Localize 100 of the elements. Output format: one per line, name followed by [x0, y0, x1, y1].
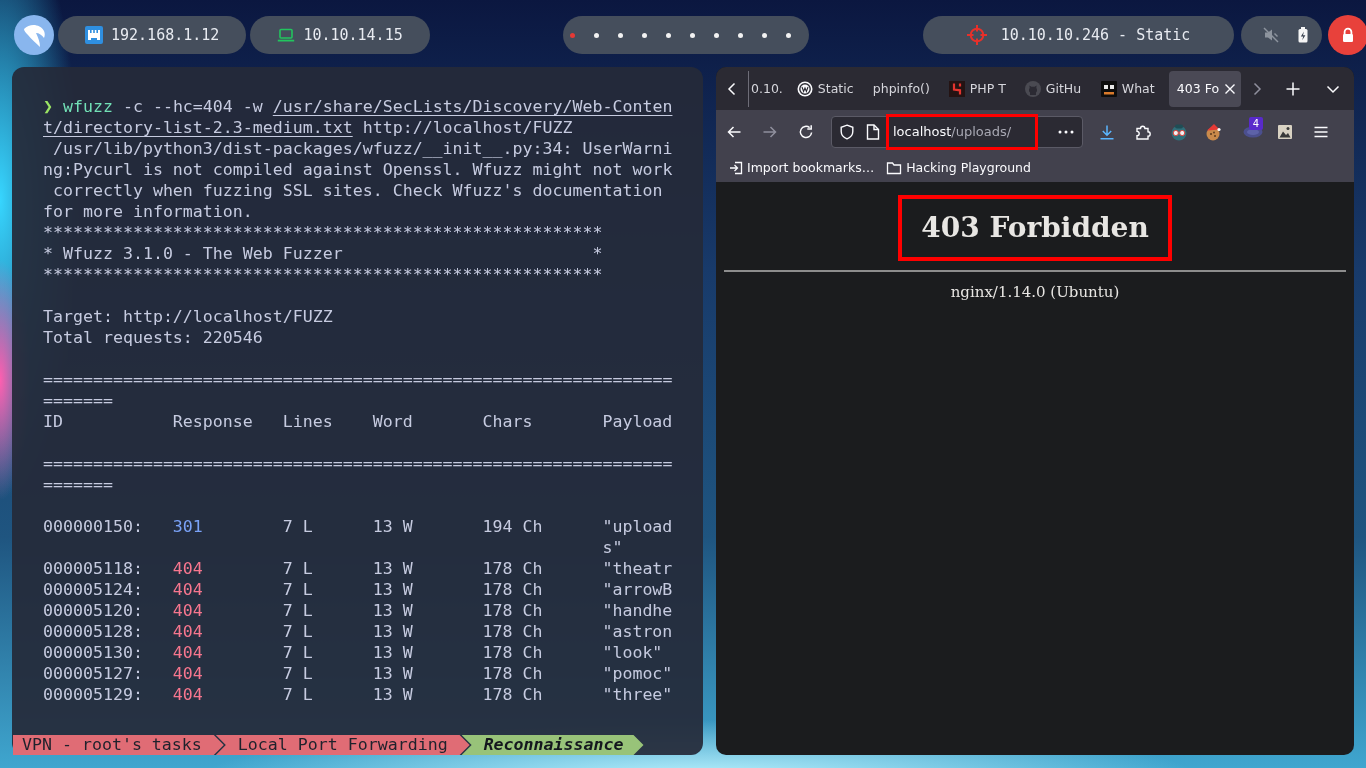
bird-logo-icon[interactable] — [14, 15, 54, 55]
payload-text: "astron — [602, 621, 674, 642]
word-count: 13 W — [372, 643, 413, 662]
char-count: 178 Ch — [482, 664, 543, 683]
result-id: 000000150: — [43, 517, 143, 536]
workspace-dot[interactable] — [785, 32, 791, 38]
payload-text: "three" — [602, 684, 674, 705]
ip-address-text: 192.168.1.12 — [111, 26, 220, 44]
command-line: ❯ wfuzz -c --hc=404 -w /usr/share/SecLists/Discovery/Web-Content/directory-list-2.3-medium.txt http://localhost/FUZZ — [43, 96, 674, 138]
payload-text: "handhe — [602, 600, 674, 621]
status-code: 404 — [172, 685, 203, 704]
url-text: localhost/uploads/ — [893, 124, 1012, 139]
breadcrumb-segment: VPN - root's tasks — [13, 735, 224, 755]
result-id: 000005118: — [43, 559, 143, 578]
word-count: 13 W — [372, 601, 413, 620]
breadcrumb-segment: Reconnaissance — [461, 735, 644, 755]
bracket-logo-icon — [948, 80, 965, 97]
workspace-dot[interactable] — [569, 32, 575, 38]
three-dots-icon[interactable] — [1058, 129, 1074, 134]
battery-charging-icon[interactable] — [1298, 27, 1309, 43]
address-field[interactable]: localhost/uploads/ — [831, 115, 1083, 148]
workspace-dot[interactable] — [641, 32, 647, 38]
browser-tab[interactable]: 0.10. — [748, 70, 785, 107]
circular-arrow-icon[interactable] — [798, 123, 814, 140]
browser-tab[interactable]: GitHu — [1016, 70, 1089, 107]
ip-address-text: 10.10.14.15 — [303, 26, 403, 44]
total-requests-line: Total requests: 220546 — [43, 327, 264, 348]
status-code: 404 — [172, 664, 203, 683]
target-line: Target: http://localhost/FUZZ — [43, 306, 334, 327]
workspace-dot[interactable] — [761, 32, 767, 38]
crosshair-icon — [966, 25, 987, 45]
status-code: 404 — [172, 601, 203, 620]
status-code: 404 — [172, 622, 203, 641]
line-count: 7 L — [282, 643, 313, 662]
browser-tab[interactable]: phpinfo() — [864, 70, 937, 107]
status-code: 404 — [172, 643, 203, 662]
char-count: 178 Ch — [482, 580, 543, 599]
laptop-icon — [277, 28, 296, 42]
line-count: 7 L — [282, 559, 313, 578]
workspace-dot[interactable] — [593, 32, 599, 38]
status-code: 404 — [172, 559, 203, 578]
payload-text: "theatr — [602, 558, 674, 579]
browser-tab[interactable]: Static — [788, 70, 861, 107]
word-count: 13 W — [372, 580, 413, 599]
status-code: 404 — [172, 580, 203, 599]
payload-text: "uploads" — [602, 516, 674, 558]
count-badge: 4 — [1249, 116, 1263, 130]
lock-button[interactable] — [1328, 15, 1366, 55]
page-icon[interactable] — [866, 123, 880, 140]
close-icon[interactable] — [1224, 82, 1237, 95]
target-text: 10.10.10.246 - Static — [1000, 26, 1191, 44]
char-count: 194 Ch — [482, 517, 543, 536]
goggles-character-icon[interactable] — [1170, 122, 1188, 141]
browser-tab[interactable]: 403 Fo — [1168, 70, 1241, 107]
cat-silhouette-icon — [1024, 80, 1041, 97]
line-count: 7 L — [282, 664, 313, 683]
workspace-dot[interactable] — [617, 32, 623, 38]
ethernet-port-icon — [85, 26, 103, 44]
puzzle-piece-icon[interactable] — [1135, 123, 1151, 140]
char-count: 178 Ch — [482, 601, 543, 620]
word-count: 13 W — [372, 622, 413, 641]
shield-icon[interactable] — [839, 123, 855, 140]
browser-tab[interactable]: PHP T — [940, 70, 1013, 107]
word-count: 13 W — [372, 664, 413, 683]
banner-line: * Wfuzz 3.1.0 - The Web Fuzzer * — [43, 243, 604, 264]
page-heading: 403 Forbidden — [921, 210, 1149, 246]
status-code: 301 — [172, 517, 203, 536]
warning-text: /usr/lib/python3/dist-packages/wfuzz/__init__.py:34: UserWarning:Pycurl is not compiled against Openssl. Wfuzz might not work correctly when fuzzing SSL sites. Check Wfuzz's documentation for more information. — [43, 138, 674, 222]
result-id: 000005130: — [43, 643, 143, 662]
char-count: 178 Ch — [482, 559, 543, 578]
line-count: 7 L — [282, 601, 313, 620]
line-count: 7 L — [282, 580, 313, 599]
circle-logo-icon — [796, 80, 813, 97]
browser-tab[interactable]: What — [1092, 70, 1165, 107]
word-count: 13 W — [372, 559, 413, 578]
payload-text: "pomoc" — [602, 663, 674, 684]
result-id: 000005124: — [43, 580, 143, 599]
result-id: 000005129: — [43, 685, 143, 704]
char-count: 178 Ch — [482, 685, 543, 704]
cookie-icon[interactable] — [1204, 122, 1222, 141]
separator-text: ====================================================================== — [43, 453, 674, 495]
workspace-dot[interactable] — [689, 32, 695, 38]
picture-icon[interactable] — [1277, 123, 1293, 140]
bookmark-item[interactable]: Import bookmarks… — [729, 160, 875, 175]
workspace-dot[interactable] — [737, 32, 743, 38]
server-text: nginx/1.14.0 (Ubuntu) — [950, 282, 1120, 302]
workspace-dot[interactable] — [665, 32, 671, 38]
bookmark-item[interactable]: Hacking Playground — [886, 160, 1031, 175]
line-count: 7 L — [282, 685, 313, 704]
workspace-dot[interactable] — [713, 32, 719, 38]
char-count: 178 Ch — [482, 622, 543, 641]
line-count: 7 L — [282, 517, 313, 536]
square-logo-icon — [1100, 80, 1117, 97]
plus-icon[interactable] — [1284, 80, 1301, 97]
line-count: 7 L — [282, 622, 313, 641]
download-arrow-icon[interactable] — [1099, 123, 1115, 140]
muted-speaker-icon[interactable] — [1263, 27, 1280, 43]
char-count: 178 Ch — [482, 643, 543, 662]
column-header: Response — [172, 412, 253, 431]
result-id: 000005128: — [43, 622, 143, 641]
